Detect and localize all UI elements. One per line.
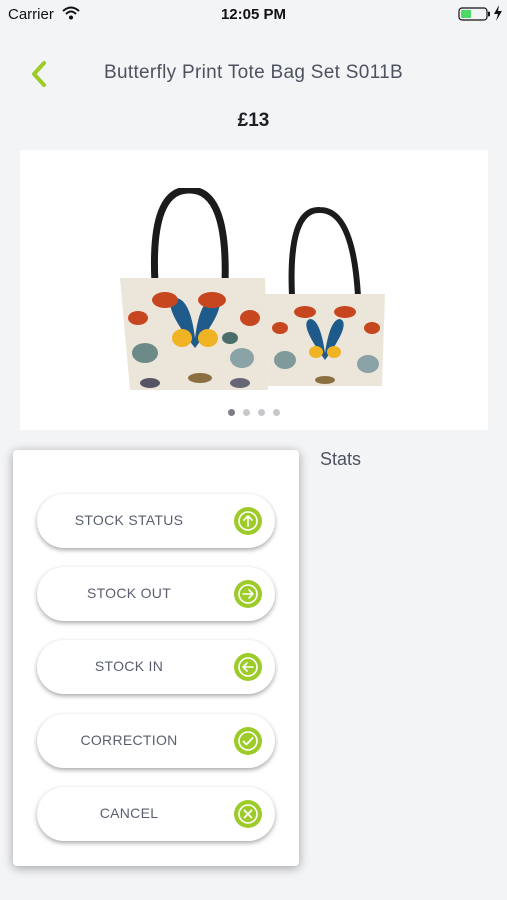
carousel-dot[interactable] — [243, 409, 250, 416]
close-icon — [234, 800, 262, 828]
product-image-carousel[interactable] — [20, 150, 488, 430]
cancel-button[interactable]: CANCEL — [37, 787, 275, 841]
stock-out-label: STOCK OUT — [86, 585, 172, 601]
correction-button[interactable]: CORRECTION — [37, 714, 275, 768]
arrow-left-icon — [234, 653, 262, 681]
page-title: Butterfly Print Tote Bag Set S011B — [104, 62, 403, 83]
arrow-right-icon — [234, 580, 262, 608]
stock-out-button[interactable]: STOCK OUT — [37, 567, 275, 621]
product-price: £13 — [237, 110, 270, 131]
status-bar: Carrier 12:05 PM — [0, 0, 507, 28]
clock: 12:05 PM — [220, 6, 287, 23]
check-icon — [234, 727, 262, 755]
carousel-dot[interactable] — [258, 409, 265, 416]
correction-label: CORRECTION — [80, 732, 178, 748]
product-image — [120, 188, 385, 390]
arrow-up-icon — [234, 507, 262, 535]
stock-in-button[interactable]: STOCK IN — [37, 640, 275, 694]
stock-action-menu: STOCK STATUS STOCK OUT STOCK IN CORRECTI… — [13, 450, 299, 866]
stock-status-button[interactable]: STOCK STATUS — [37, 494, 275, 548]
stock-status-label: STOCK STATUS — [74, 512, 184, 528]
carousel-dot[interactable] — [273, 409, 280, 416]
battery-icon — [458, 7, 490, 21]
charging-bolt-icon — [494, 5, 502, 21]
cancel-label: CANCEL — [99, 805, 159, 821]
carousel-dot[interactable] — [228, 409, 235, 416]
tab-stats[interactable]: Stats — [320, 449, 361, 470]
stock-in-label: STOCK IN — [94, 658, 164, 674]
carousel-pagination[interactable] — [20, 403, 488, 421]
